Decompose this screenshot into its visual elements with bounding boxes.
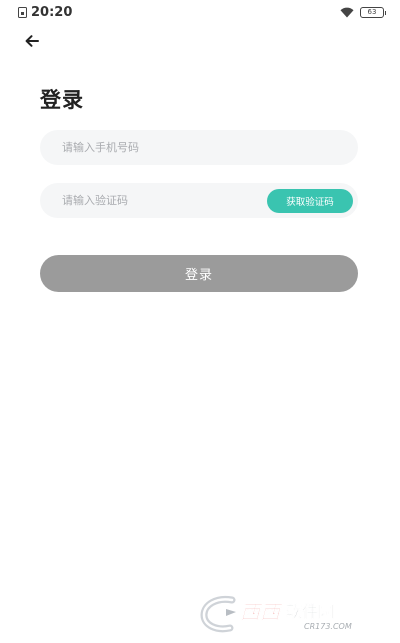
- get-code-button[interactable]: 获取验证码: [267, 188, 353, 213]
- back-arrow-icon: [25, 35, 39, 47]
- status-bar: 20:20 63: [0, 0, 400, 24]
- svg-text:软件园: 软件园: [286, 602, 334, 621]
- code-field: 获取验证码: [40, 183, 358, 218]
- login-screen: 20:20 63 登录 获取验证码 登录: [0, 0, 400, 643]
- watermark-logo: 西西 软件园 CR173.COM: [198, 591, 380, 635]
- battery-icon: 63: [360, 6, 386, 18]
- svg-text:CR173.COM: CR173.COM: [304, 622, 352, 631]
- svg-text:西西: 西西: [240, 600, 284, 624]
- verification-code-input[interactable]: [40, 183, 267, 218]
- status-time: 20:20: [31, 4, 73, 20]
- page-title: 登录: [40, 88, 84, 112]
- phone-input[interactable]: [40, 130, 358, 165]
- back-button[interactable]: [22, 32, 42, 50]
- sim-card-icon: [18, 6, 27, 18]
- status-right: 63: [340, 6, 386, 18]
- login-button[interactable]: 登录: [40, 255, 358, 292]
- wifi-icon: [340, 7, 354, 17]
- watermark-logo-image: 西西 软件园 CR173.COM: [200, 595, 352, 633]
- phone-field: [40, 130, 358, 165]
- status-left: 20:20: [18, 5, 72, 20]
